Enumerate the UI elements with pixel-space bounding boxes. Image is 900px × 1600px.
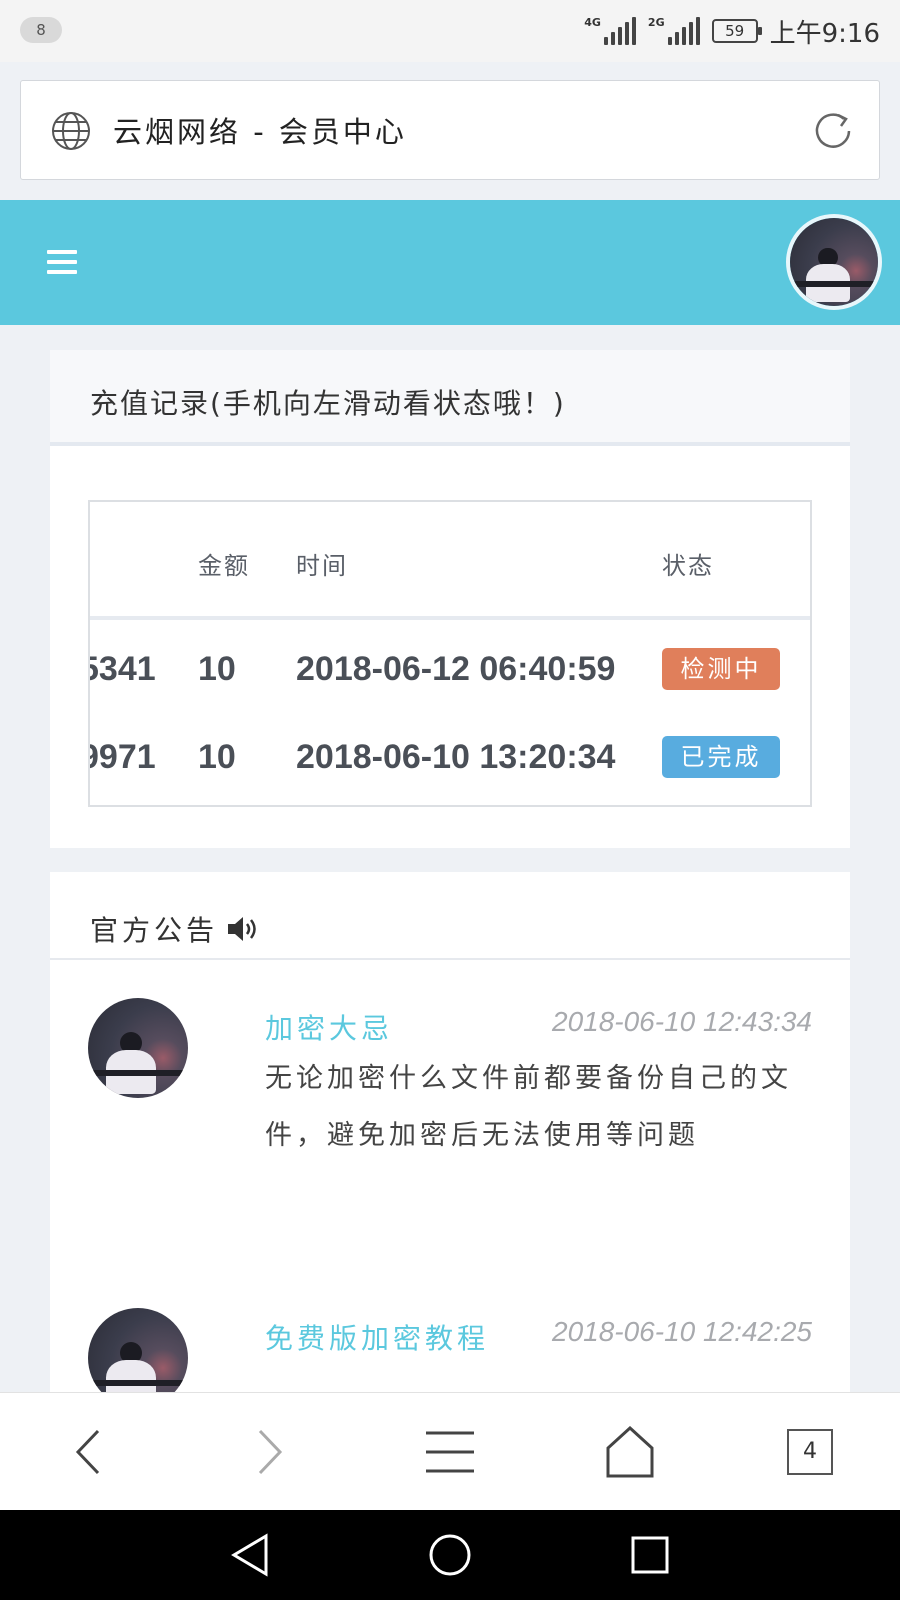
table-row: 5341 10 2018-06-12 06:40:59 检测中 xyxy=(90,626,810,716)
column-header-time: 时间 xyxy=(296,552,348,580)
notices-card: 官方公告 加密大忌 2018-06-10 12:43:34 无论加密什么文件前都… xyxy=(50,872,850,1392)
forward-arrow-icon xyxy=(258,1429,283,1475)
notice-title[interactable]: 加密大忌 xyxy=(265,1004,495,1054)
recharge-records-title: 充值记录(手机向左滑动看状态哦！) xyxy=(50,350,850,446)
globe-icon xyxy=(52,112,90,150)
notice-title[interactable]: 免费版加密教程 xyxy=(265,1314,495,1364)
app-header xyxy=(0,200,900,325)
signal-4g-icon: 4G xyxy=(584,17,636,45)
amount: 10 xyxy=(198,738,236,776)
table-header: 金额 时间 状态 xyxy=(90,502,810,620)
order-number: 5341 xyxy=(90,650,156,688)
amount: 10 xyxy=(198,650,236,688)
tabs-count-icon: 4 xyxy=(787,1429,833,1475)
notice-body: 无论加密什么文件前都要备份自己的文件，避免加密后无法使用等问题 xyxy=(265,1063,792,1151)
browser-toolbar: 4 xyxy=(0,1392,900,1510)
status-indicators: 4G 2G 59 上午9:16 xyxy=(584,14,880,49)
system-home-button[interactable] xyxy=(400,1510,500,1600)
notification-count-pill: 8 xyxy=(20,17,62,43)
column-header-status: 状态 xyxy=(662,552,714,580)
menu-lines-icon xyxy=(426,1431,474,1473)
order-number: 9971 xyxy=(90,738,156,776)
status-badge: 检测中 xyxy=(662,648,780,690)
notices-header: 官方公告 xyxy=(50,872,850,960)
page-title: 云烟网络 - 会员中心 xyxy=(113,115,407,149)
table-row: 9971 10 2018-06-10 13:20:34 已完成 xyxy=(90,716,810,805)
address-bar[interactable]: 云烟网络 - 会员中心 xyxy=(20,80,880,180)
system-nav-bar xyxy=(0,1510,900,1600)
notice-avatar xyxy=(88,998,188,1098)
notices-title: 官方公告 xyxy=(90,914,219,947)
tabs-button[interactable]: 4 xyxy=(760,1393,860,1511)
notice-item[interactable]: 加密大忌 2018-06-10 12:43:34 无论加密什么文件前都要备份自己… xyxy=(50,998,850,1288)
triangle-back-icon xyxy=(231,1533,268,1577)
menu-button[interactable] xyxy=(400,1393,500,1511)
recharge-records-card: 充值记录(手机向左滑动看状态哦！) 金额 时间 状态 5341 10 2018-… xyxy=(50,350,850,848)
status-badge: 已完成 xyxy=(662,736,780,778)
back-button[interactable] xyxy=(38,1393,138,1511)
circle-home-icon xyxy=(429,1534,471,1576)
notice-time: 2018-06-10 12:43:34 xyxy=(552,1006,812,1037)
recharge-table[interactable]: 金额 时间 状态 5341 10 2018-06-12 06:40:59 检测中… xyxy=(88,500,812,807)
system-recents-button[interactable] xyxy=(600,1510,700,1600)
square-recents-icon xyxy=(631,1536,669,1574)
hamburger-menu-icon[interactable] xyxy=(47,250,77,274)
time: 2018-06-12 06:40:59 xyxy=(296,650,616,688)
notice-item[interactable]: 免费版加密教程 2018-06-10 12:42:25 xyxy=(50,1308,850,1392)
time: 2018-06-10 13:20:34 xyxy=(296,738,616,776)
back-arrow-icon xyxy=(75,1429,100,1475)
home-button[interactable] xyxy=(580,1393,680,1511)
network-type-label: 2G xyxy=(647,16,665,29)
speaker-icon xyxy=(228,917,256,941)
battery-icon: 59 xyxy=(711,19,762,43)
user-avatar[interactable] xyxy=(786,214,882,310)
home-icon xyxy=(606,1426,654,1478)
reload-icon[interactable] xyxy=(811,109,855,153)
status-bar: 8 4G 2G 59 上午9:16 xyxy=(0,0,900,62)
signal-2g-icon: 2G xyxy=(648,17,700,45)
notice-avatar xyxy=(88,1308,188,1392)
forward-button[interactable] xyxy=(220,1393,320,1511)
system-back-button[interactable] xyxy=(200,1510,300,1600)
column-header-amount: 金额 xyxy=(198,552,250,580)
notice-time: 2018-06-10 12:42:25 xyxy=(552,1316,812,1347)
network-type-label: 4G xyxy=(584,16,601,29)
clock: 上午9:16 xyxy=(769,18,880,49)
